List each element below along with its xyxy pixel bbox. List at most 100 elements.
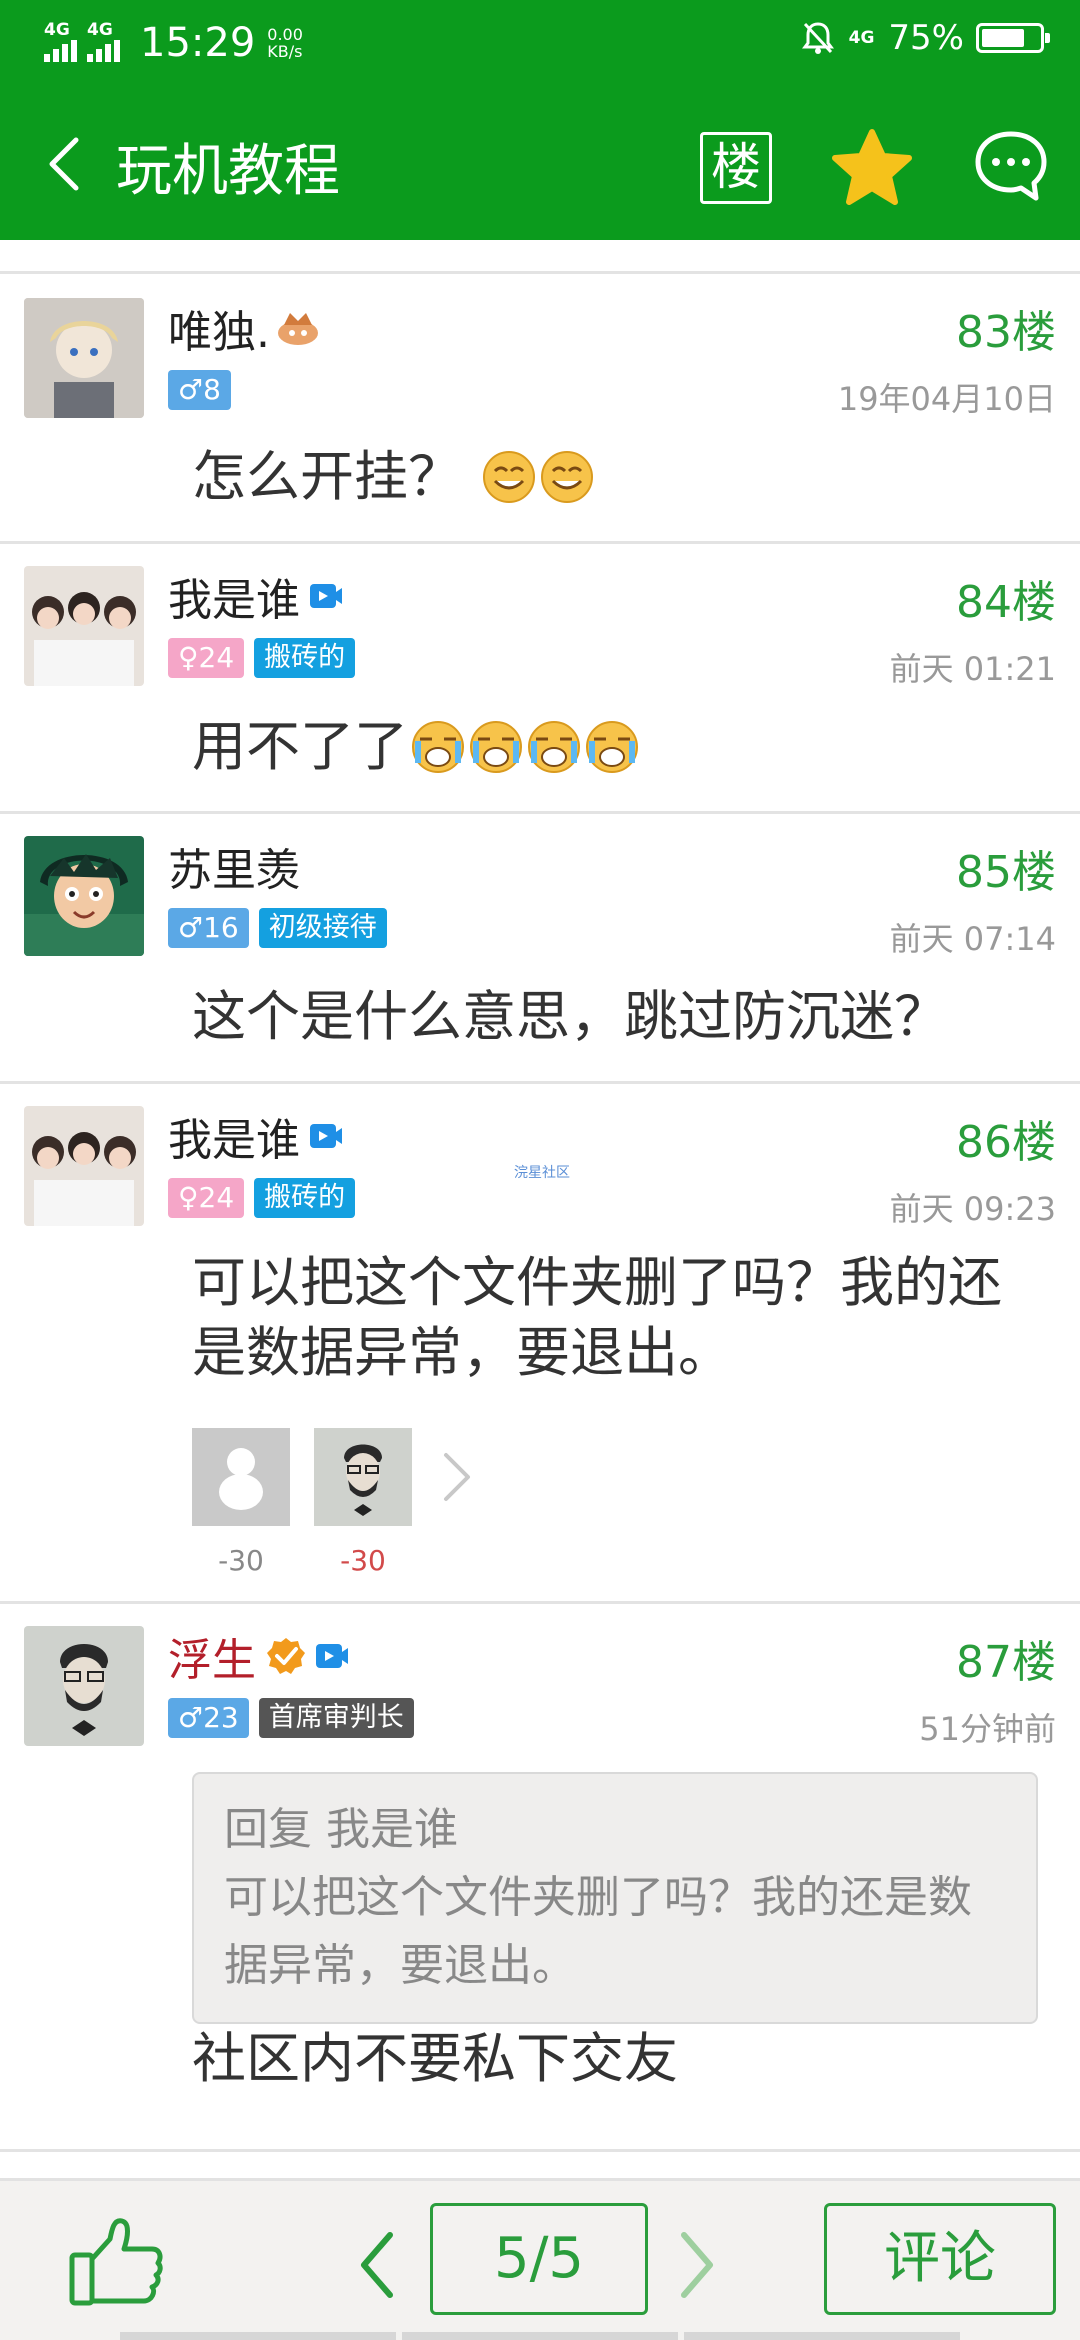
prev-page-icon bbox=[361, 2232, 393, 2298]
post-text: 用不了了 bbox=[192, 715, 408, 778]
post-text: 怎么开挂？ bbox=[192, 445, 462, 508]
chevron-right-icon bbox=[444, 1453, 470, 1501]
crying-emoji-icon bbox=[412, 721, 464, 773]
username-text: 唯独. bbox=[168, 307, 270, 358]
prev-page-button[interactable] bbox=[352, 2225, 402, 2305]
floor-number: 83楼 bbox=[956, 307, 1056, 358]
level-badge: ♀24 bbox=[168, 1178, 245, 1218]
post-item[interactable]: 唯独. ♂8 83楼 19年04月10日 怎么开挂？ bbox=[0, 274, 1080, 544]
floor-number: 87楼 bbox=[956, 1637, 1056, 1688]
role-badge: 搬砖的 bbox=[254, 1178, 356, 1218]
network-type: 4G bbox=[848, 28, 875, 48]
level-badge: ♂23 bbox=[168, 1698, 249, 1738]
gesture-bar bbox=[120, 2332, 960, 2340]
role-badge: 搬砖的 bbox=[254, 638, 356, 678]
next-page-button[interactable] bbox=[672, 2225, 722, 2305]
message-button[interactable] bbox=[972, 128, 1050, 204]
reaction-value: -30 bbox=[340, 1544, 386, 1577]
verified-badge-icon bbox=[267, 1638, 305, 1674]
quote-body: 可以把这个文件夹删了吗？我的还是数据异常，要退出。 bbox=[224, 1872, 972, 1991]
favorite-button[interactable] bbox=[830, 128, 914, 208]
post-time: 前天 09:23 bbox=[889, 1190, 1056, 1228]
post-time: 前天 01:21 bbox=[889, 650, 1056, 688]
post-time: 前天 07:14 bbox=[889, 920, 1056, 958]
username[interactable]: 苏里羡 bbox=[168, 834, 300, 898]
post-content: 可以把这个文件夹删了吗？我的还是数据异常，要退出。 bbox=[192, 1251, 1002, 1384]
crying-emoji-icon bbox=[470, 721, 522, 773]
post-time: 19年04月10日 bbox=[837, 380, 1056, 418]
signal-label: 4G bbox=[44, 20, 70, 40]
smile-emoji-icon bbox=[541, 451, 594, 503]
like-button[interactable] bbox=[66, 2211, 166, 2311]
avatar[interactable] bbox=[24, 298, 144, 418]
avatar[interactable] bbox=[24, 1106, 144, 1226]
video-badge-icon bbox=[310, 584, 342, 608]
star-icon bbox=[832, 129, 912, 205]
username-text: 浮生 bbox=[168, 1635, 256, 1686]
level-badge: ♂8 bbox=[168, 370, 231, 410]
watermark: 浣星社区 bbox=[514, 1165, 570, 1181]
reaction-item[interactable]: -30 bbox=[314, 1428, 412, 1577]
signal-icon: 4G bbox=[44, 20, 77, 62]
post-item[interactable]: 浮生 ♂23 首席审判长 87楼 51分钟前 回复 我是谁 可以把这个文件夹删了… bbox=[0, 1604, 1080, 2152]
mute-bell-icon bbox=[801, 22, 834, 54]
quoted-reply[interactable]: 回复 我是谁 可以把这个文件夹删了吗？我的还是数据异常，要退出。 bbox=[192, 1772, 1038, 2024]
username[interactable]: 我是谁 bbox=[168, 1104, 344, 1168]
post-item[interactable]: 我是谁 ♀24 搬砖的 84楼 前天 01:21 用不了了 bbox=[0, 544, 1080, 814]
crown-icon bbox=[278, 313, 318, 345]
username-text: 我是谁 bbox=[168, 575, 300, 626]
speed-value: 0.00 bbox=[267, 25, 303, 44]
chat-bubble-icon bbox=[975, 131, 1047, 201]
floor-jump-button[interactable]: 楼 bbox=[700, 132, 772, 204]
floor-number: 85楼 bbox=[956, 847, 1056, 898]
reaction-value: -30 bbox=[218, 1544, 264, 1577]
quote-title: 回复 我是谁 bbox=[224, 1804, 458, 1855]
status-bar: 4G 4G 15:29 0.00 KB/s 4G 75% bbox=[0, 0, 1080, 84]
comment-button[interactable]: 评论 bbox=[824, 2203, 1056, 2315]
battery-percent: 75% bbox=[888, 18, 964, 58]
signal-icon: 4G bbox=[87, 20, 120, 62]
back-arrow-icon bbox=[49, 137, 79, 191]
reaction-avatar bbox=[192, 1428, 290, 1526]
floor-number: 86楼 bbox=[956, 1117, 1056, 1168]
post-content: 这个是什么意思，跳过防沉迷？ bbox=[192, 985, 948, 1048]
username-text: 我是谁 bbox=[168, 1115, 300, 1166]
reaction-avatar bbox=[314, 1428, 412, 1526]
post-item[interactable]: 苏里羡 ♂16 初级接待 85楼 前天 07:14 这个是什么意思，跳过防沉迷？ bbox=[0, 814, 1080, 1084]
back-button[interactable] bbox=[40, 132, 96, 196]
smile-emoji-icon bbox=[483, 451, 536, 503]
next-page-icon bbox=[681, 2232, 713, 2298]
crying-emoji-icon bbox=[586, 721, 638, 773]
username[interactable]: 浮生 bbox=[168, 1624, 350, 1688]
role-badge: 首席审判长 bbox=[258, 1698, 414, 1738]
avatar[interactable] bbox=[24, 566, 144, 686]
reaction-thumbs: -30 -30 bbox=[192, 1428, 476, 1577]
bottom-toolbar: 5/5 评论 bbox=[0, 2178, 1080, 2340]
avatar[interactable] bbox=[24, 836, 144, 956]
signal-label: 4G bbox=[87, 20, 113, 40]
reaction-item[interactable]: -30 bbox=[192, 1428, 290, 1577]
clock: 15:29 bbox=[140, 20, 256, 66]
video-badge-icon bbox=[310, 1124, 342, 1148]
app-header: 玩机教程 楼 bbox=[0, 84, 1080, 240]
crying-emoji-icon bbox=[528, 721, 580, 773]
username-text: 苏里羡 bbox=[168, 845, 300, 896]
reactions-more-button[interactable] bbox=[436, 1428, 476, 1526]
page-indicator[interactable]: 5/5 bbox=[430, 2203, 648, 2315]
post-content: 怎么开挂？ bbox=[192, 442, 1040, 512]
post-content: 社区内不要私下交友 bbox=[192, 2027, 678, 2090]
speed-unit: KB/s bbox=[267, 42, 303, 61]
avatar[interactable] bbox=[24, 1626, 144, 1746]
username[interactable]: 唯独. bbox=[168, 296, 320, 360]
floor-number: 84楼 bbox=[956, 577, 1056, 628]
level-badge: ♀24 bbox=[168, 638, 245, 678]
username[interactable]: 我是谁 bbox=[168, 564, 344, 628]
role-badge: 初级接待 bbox=[258, 908, 387, 948]
thumbs-up-icon bbox=[69, 2218, 163, 2306]
post-time: 51分钟前 bbox=[919, 1710, 1056, 1748]
post-content: 用不了了 bbox=[192, 712, 1040, 782]
page-title: 玩机教程 bbox=[116, 139, 340, 204]
network-speed: 0.00 KB/s bbox=[267, 26, 303, 60]
video-badge-icon bbox=[316, 1644, 348, 1668]
battery-icon bbox=[976, 23, 1050, 53]
